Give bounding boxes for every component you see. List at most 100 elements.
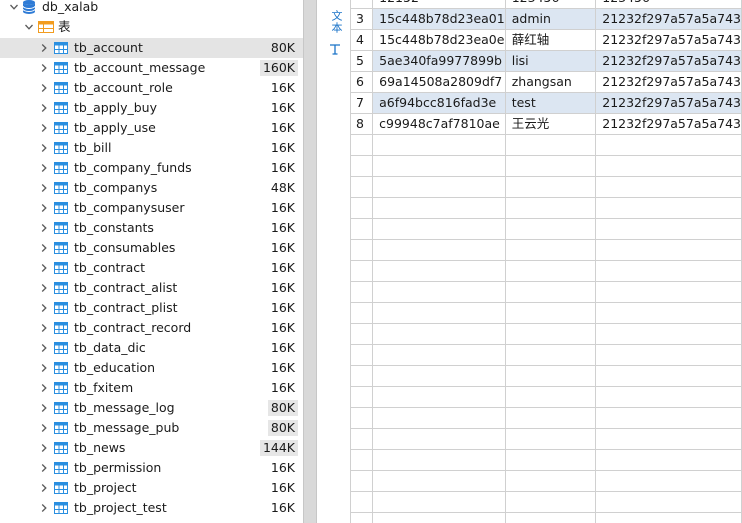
password-cell[interactable]: 21232f297a57a5a743 [595,8,742,30]
database-icon [22,0,36,15]
chevron-down-icon[interactable] [23,17,35,37]
password-cell[interactable]: 21232f297a57a5a743 [595,29,742,51]
tree-row-table[interactable]: tb_message_log 80K [0,398,303,418]
tree-row-table[interactable]: tb_constants 16K [0,218,303,238]
chevron-right-icon[interactable] [38,198,50,218]
tree-row-tables-group[interactable]: 表 [0,17,303,37]
chevron-right-icon[interactable] [38,478,50,498]
tree-row-table[interactable]: tb_company_funds 16K [0,158,303,178]
chevron-right-icon[interactable] [38,38,50,58]
empty-cell [372,386,506,408]
tree-row-table[interactable]: tb_contract_record 16K [0,318,303,338]
grid-row[interactable]: 12152123456123456 [349,0,742,9]
panel-splitter[interactable] [303,0,317,523]
username-cell[interactable]: 薛红轴 [504,29,597,51]
tree-row-database[interactable]: db_xalab [0,0,303,17]
text-view-tab[interactable]: 文本 [325,10,347,55]
chevron-right-icon[interactable] [38,78,50,98]
tree-row-table[interactable]: tb_education 16K [0,358,303,378]
chevron-right-icon[interactable] [38,178,50,198]
id-cell[interactable]: 15c448b78d23ea01 [372,8,506,30]
password-cell[interactable]: 21232f297a57a5a743 [595,92,742,114]
tree-row-table[interactable]: tb_account 80K [0,38,303,58]
tree-row-table[interactable]: tb_data_dic 16K [0,338,303,358]
chevron-right-icon[interactable] [38,138,50,158]
tree-row-table[interactable]: tb_companysuser 16K [0,198,303,218]
chevron-right-icon[interactable] [38,378,50,398]
empty-cell [595,302,742,324]
id-cell[interactable]: a6f94bcc816fad3e [372,92,506,114]
tree-row-table[interactable]: tb_account_role 16K [0,78,303,98]
tree-row-table[interactable]: tb_consumables 16K [0,238,303,258]
tree-row-table[interactable]: tb_apply_buy 16K [0,98,303,118]
tree-row-table[interactable]: tb_apply_use 16K [0,118,303,138]
id-cell[interactable]: 12152 [372,0,506,9]
chevron-right-icon[interactable] [38,298,50,318]
grid-row[interactable]: 6 69a14508a2809df7 zhangsan 21232f297a57a5a… [349,71,742,93]
table-name: tb_data_dic [74,340,146,355]
tree-row-table[interactable]: tb_contract_alist 16K [0,278,303,298]
empty-grid-row [349,197,742,219]
grid-row[interactable]: 5 5ae340fa9977899b lisi 21232f297a57a5a743 [349,50,742,72]
username-cell[interactable]: zhangsan [504,71,597,93]
grid-row[interactable]: 7 a6f94bcc816fad3e test 21232f297a57a5a743 [349,92,742,114]
chevron-right-icon[interactable] [38,258,50,278]
chevron-right-icon[interactable] [38,358,50,378]
tree-row-table[interactable]: tb_fxitem 16K [0,378,303,398]
username-cell[interactable]: 王云光 [504,113,597,135]
id-cell[interactable]: c99948c7af7810ae [372,113,506,135]
chevron-right-icon[interactable] [38,98,50,118]
password-cell[interactable]: 21232f297a57a5a743 [595,50,742,72]
id-cell[interactable]: 15c448b78d23ea0e [372,29,506,51]
tree-row-table[interactable]: tb_companys 48K [0,178,303,198]
tree-row-table[interactable]: tb_project_test 16K [0,498,303,518]
username-cell[interactable]: admin [504,8,597,30]
chevron-right-icon[interactable] [38,338,50,358]
chevron-down-icon[interactable] [8,0,20,17]
chevron-right-icon[interactable] [38,158,50,178]
empty-grid-row [349,218,742,240]
tree-row-table[interactable]: tb_message_pub 80K [0,418,303,438]
empty-cell [372,323,506,345]
id-cell[interactable]: 5ae340fa9977899b [372,50,506,72]
tree-row-table[interactable]: tb_contract_plist 16K [0,298,303,318]
chevron-right-icon[interactable] [38,398,50,418]
chevron-right-icon[interactable] [38,278,50,298]
password-cell[interactable]: 123456 [595,0,742,9]
empty-cell [595,470,742,492]
table-size: 80K [270,40,295,55]
tree-row-table[interactable]: tb_permission 16K [0,458,303,478]
empty-cell [349,239,374,261]
grid-row[interactable]: 3 15c448b78d23ea01 admin 21232f297a57a5a743 [349,8,742,30]
chevron-right-icon[interactable] [38,498,50,518]
tree-row-table[interactable]: tb_bill 16K [0,138,303,158]
chevron-right-icon[interactable] [38,458,50,478]
chevron-right-icon[interactable] [38,58,50,78]
empty-cell [372,239,506,261]
tree-row-table[interactable]: tb_contract 16K [0,258,303,278]
chevron-right-icon[interactable] [38,218,50,238]
password-cell[interactable]: 21232f297a57a5a743 [595,71,742,93]
username-cell[interactable]: lisi [504,50,597,72]
table-name: tb_project_test [74,500,167,515]
tree-row-table[interactable]: tb_project 16K [0,478,303,498]
table-size: 160K [259,60,298,76]
chevron-right-icon[interactable] [38,438,50,458]
grid-row[interactable]: 8 c99948c7af7810ae 王云光 21232f297a57a5a743 [349,113,742,135]
id-cell[interactable]: 69a14508a2809df7 [372,71,506,93]
chevron-right-icon[interactable] [38,318,50,338]
username-cell[interactable]: test [504,92,597,114]
chevron-right-icon[interactable] [38,238,50,258]
grid-row[interactable]: 4 15c448b78d23ea0e 薛红轴 21232f297a57a5a743 [349,29,742,51]
row-number: 5 [349,50,374,72]
username-cell[interactable]: 123456 [504,0,597,9]
password-cell[interactable]: 21232f297a57a5a743 [595,113,742,135]
chevron-right-icon[interactable] [38,118,50,138]
tree-row-table[interactable]: tb_account_message 160K [0,58,303,78]
table-icon [54,162,68,174]
table-size: 16K [270,320,295,335]
empty-cell [595,386,742,408]
tree-row-table[interactable]: tb_news 144K [0,438,303,458]
table-icon [54,362,68,374]
chevron-right-icon[interactable] [38,418,50,438]
